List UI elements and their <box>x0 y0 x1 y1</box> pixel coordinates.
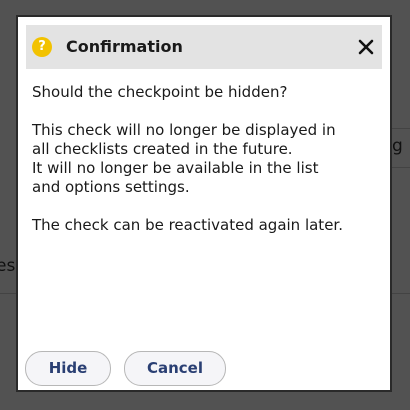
dialog-header: ? Confirmation <box>26 25 382 69</box>
dialog-info-line: It will no longer be available in the li… <box>32 159 319 177</box>
confirmation-dialog: ? Confirmation Should the checkpoint be … <box>16 15 392 392</box>
close-button[interactable] <box>354 35 378 59</box>
dialog-title: Confirmation <box>66 37 183 56</box>
dialog-note: The check can be reactivated again later… <box>32 216 343 234</box>
help-icon: ? <box>32 37 52 57</box>
cancel-button[interactable]: Cancel <box>124 351 226 386</box>
hide-button[interactable]: Hide <box>25 351 111 386</box>
dialog-info-line: all checklists created in the future. <box>32 140 293 158</box>
dialog-info-line: This check will no longer be displayed i… <box>32 121 336 139</box>
dialog-question: Should the checkpoint be hidden? <box>32 83 288 101</box>
dialog-info-line: and options settings. <box>32 178 190 196</box>
close-icon <box>358 39 374 55</box>
dialog-message: Should the checkpoint be hidden? This ch… <box>32 83 378 235</box>
